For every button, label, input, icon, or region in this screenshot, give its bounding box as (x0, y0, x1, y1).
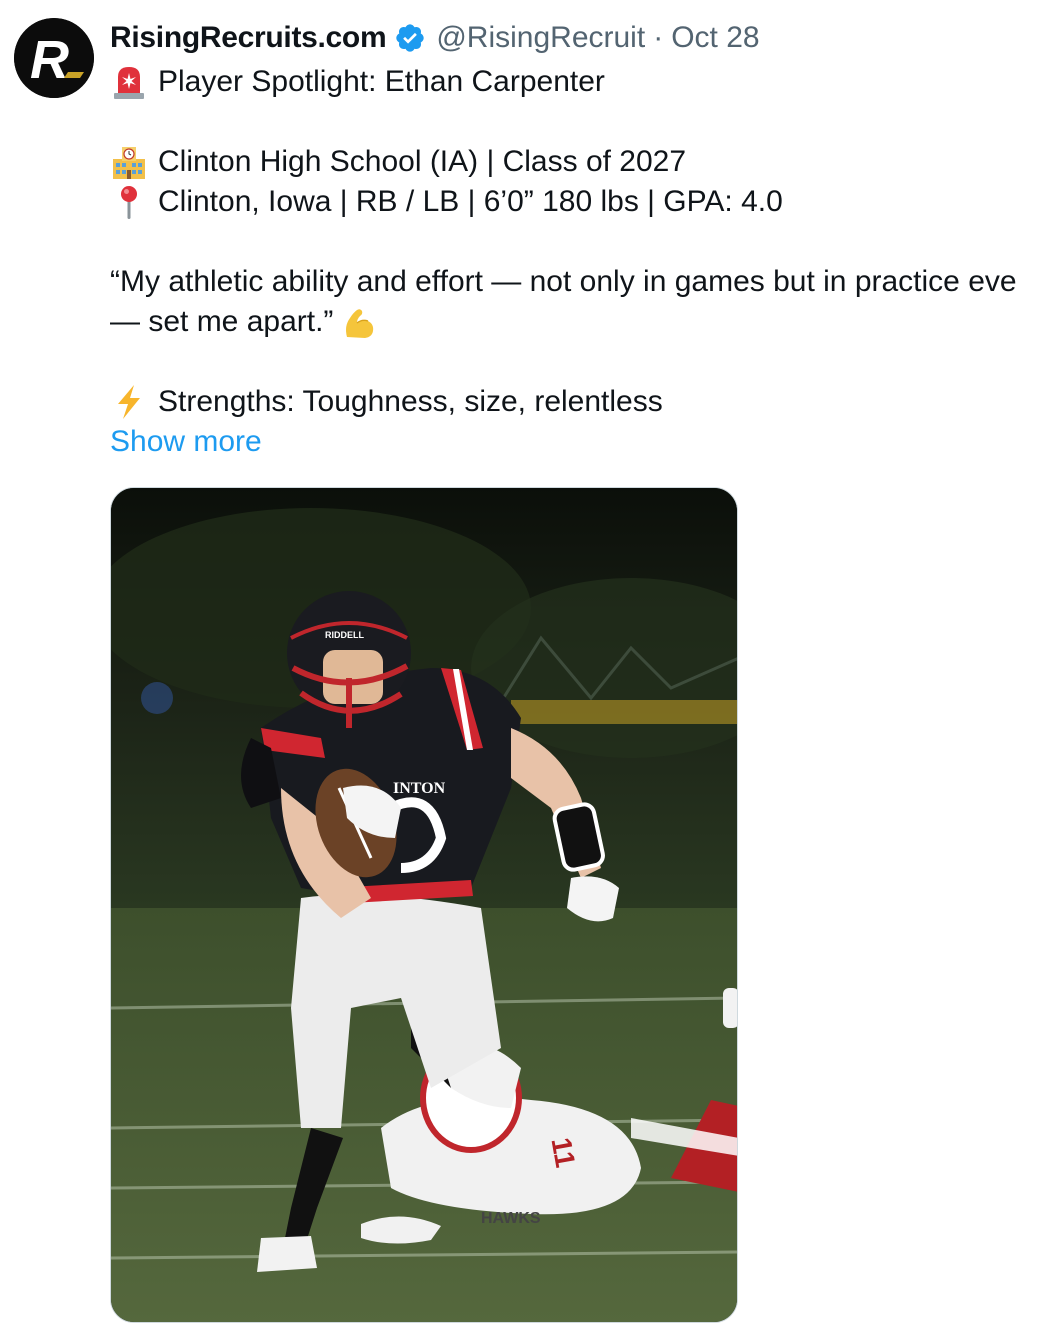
siren-emoji-icon (114, 67, 144, 99)
header-separator: · (653, 21, 664, 54)
show-more-link[interactable]: Show more (110, 422, 262, 462)
tweet-line-title: Player Spotlight: Ethan Carpenter (110, 62, 1046, 102)
tweet-title-text: Player Spotlight: Ethan Carpenter (158, 65, 605, 98)
tweet-line-location: Clinton, Iowa | RB / LB | 6’0” 180 lbs |… (110, 182, 1046, 222)
tweet[interactable]: R RisingRecruits.com @RisingRecruit · Oc… (0, 0, 1046, 1326)
tweet-school-text: Clinton High School (IA) | Class of 2027 (158, 145, 687, 178)
svg-text:11: 11 (545, 1135, 581, 1170)
tweet-photo[interactable]: 11 HAWKS INTON RIDDELL (110, 487, 738, 1323)
tweet-quote-line-2: — set me apart.” (110, 302, 1046, 342)
rising-recruits-logo-icon: R (14, 18, 94, 98)
tweet-date[interactable]: Oct 28 (671, 18, 759, 58)
tweet-line-strengths: Strengths: Toughness, size, relentless (110, 382, 1046, 422)
svg-text:INTON: INTON (393, 780, 446, 797)
tweet-quote-line-1: “My athletic ability and effort — not on… (110, 262, 1046, 302)
tweet-line-school: Clinton High School (IA) | Class of 2027 (110, 142, 1046, 182)
svg-text:RIDDELL: RIDDELL (325, 630, 364, 640)
tweet-location-text: Clinton, Iowa | RB / LB | 6’0” 180 lbs |… (158, 185, 783, 218)
handle[interactable]: @RisingRecruit (436, 18, 645, 58)
display-name[interactable]: RisingRecruits.com (110, 18, 387, 58)
svg-text:HAWKS: HAWKS (481, 1210, 541, 1227)
tweet-text: Player Spotlight: Ethan Carpenter Clinto… (110, 62, 1046, 422)
tweet-quote-text-2: — set me apart.” (110, 305, 334, 338)
school-building-emoji-icon (113, 147, 145, 179)
avatar[interactable]: R (14, 18, 94, 98)
flexed-biceps-emoji-icon (346, 309, 374, 338)
verified-badge-icon (396, 24, 425, 52)
tweet-quote-text-1: “My athletic ability and effort — not on… (110, 265, 1017, 298)
tweet-strengths-text: Strengths: Toughness, size, relentless (158, 385, 663, 418)
round-pushpin-emoji-icon (121, 186, 137, 219)
football-player-photo: 11 HAWKS INTON RIDDELL (111, 488, 737, 1322)
avatar-letter: R (30, 30, 69, 90)
tweet-header: RisingRecruits.com @RisingRecruit · Oct … (110, 18, 760, 58)
high-voltage-emoji-icon (118, 385, 140, 419)
